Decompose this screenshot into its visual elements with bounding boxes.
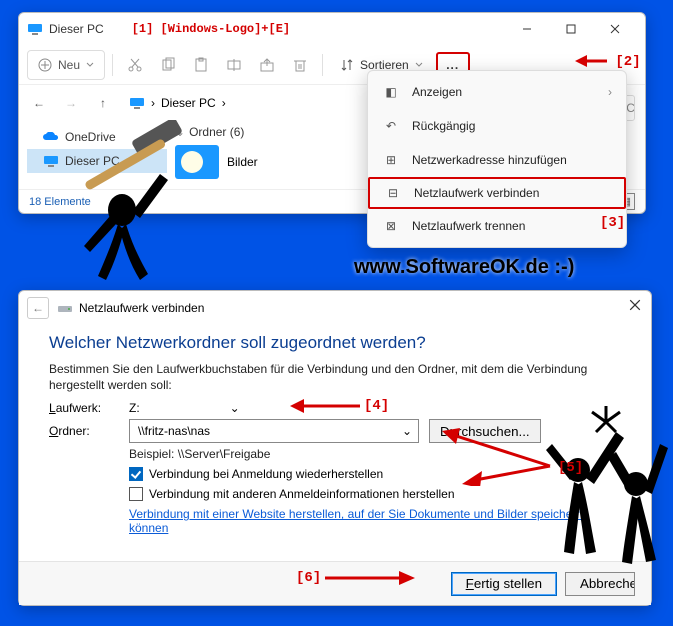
menu-item-map-network-drive[interactable]: ⊟ Netzlaufwerk verbinden bbox=[368, 177, 626, 209]
drive-select[interactable]: Z: ⌄ bbox=[129, 401, 240, 415]
menu-item-undo[interactable]: ↶ Rückgängig bbox=[368, 109, 626, 143]
folder-input[interactable] bbox=[136, 423, 402, 439]
copy-icon[interactable] bbox=[153, 50, 183, 80]
folder-input-wrapper: ⌄ bbox=[129, 419, 419, 443]
chevron-down-icon: ⌄ bbox=[230, 401, 240, 415]
disconnect-drive-icon: ⊠ bbox=[382, 219, 400, 233]
silhouette-highfive bbox=[540, 400, 670, 620]
network-address-icon: ⊞ bbox=[382, 153, 400, 167]
chevron-right-icon: › bbox=[151, 96, 155, 110]
paste-icon[interactable] bbox=[186, 50, 216, 80]
menu-item-anzeigen[interactable]: ◧ Anzeigen › bbox=[368, 75, 626, 109]
folder-label: Ordner: bbox=[49, 424, 129, 438]
new-label: Neu bbox=[58, 58, 80, 72]
checkbox-checked-icon[interactable] bbox=[129, 467, 143, 481]
address-bar[interactable]: › Dieser PC › bbox=[121, 90, 234, 116]
annotation-1: [1] [Windows-Logo]+[E] bbox=[132, 22, 290, 36]
watermark-url: www.SoftwareOK.de :-) bbox=[354, 256, 574, 279]
back-button[interactable]: ← bbox=[25, 89, 53, 117]
more-options-menu: ◧ Anzeigen › ↶ Rückgängig ⊞ Netzwerkadre… bbox=[367, 70, 627, 248]
dialog-close-button[interactable] bbox=[629, 299, 641, 314]
menu-item-disconnect-network-drive[interactable]: ⊠ Netzlaufwerk trennen bbox=[368, 209, 626, 243]
drive-icon bbox=[57, 300, 73, 316]
dialog-description: Bestimmen Sie den Laufwerkbuchstaben für… bbox=[49, 361, 621, 393]
display-icon: ◧ bbox=[382, 85, 400, 99]
titlebar: Dieser PC [1] [Windows-Logo]+[E] bbox=[19, 13, 645, 45]
dialog-back-button[interactable]: ← bbox=[27, 297, 49, 319]
minimize-button[interactable] bbox=[505, 15, 549, 43]
divider bbox=[112, 54, 113, 76]
window-title: Dieser PC bbox=[49, 22, 104, 36]
checkbox-icon[interactable] bbox=[129, 487, 143, 501]
dialog-titlebar: ← Netzlaufwerk verbinden bbox=[19, 291, 651, 325]
close-button[interactable] bbox=[593, 15, 637, 43]
divider bbox=[322, 54, 323, 76]
browse-button[interactable]: Durchsuchen... bbox=[429, 419, 541, 443]
cut-icon[interactable] bbox=[120, 50, 150, 80]
map-drive-icon: ⊟ bbox=[384, 186, 402, 200]
undo-icon: ↶ bbox=[382, 119, 400, 133]
rename-icon[interactable] bbox=[219, 50, 249, 80]
breadcrumb[interactable]: Dieser PC bbox=[161, 96, 216, 110]
chevron-down-icon[interactable]: ⌄ bbox=[402, 424, 412, 438]
dialog-heading: Welcher Netzwerkordner soll zugeordnet w… bbox=[49, 333, 621, 353]
chevron-right-icon: › bbox=[608, 85, 612, 99]
maximize-button[interactable] bbox=[549, 15, 593, 43]
up-button[interactable]: ↑ bbox=[89, 89, 117, 117]
thispc-icon bbox=[27, 21, 43, 37]
silhouette-hammer bbox=[60, 120, 190, 290]
new-button[interactable]: Neu bbox=[27, 50, 105, 80]
dialog-title: Netzlaufwerk verbinden bbox=[79, 301, 204, 315]
share-icon[interactable] bbox=[252, 50, 282, 80]
forward-button[interactable]: → bbox=[57, 89, 85, 117]
delete-icon[interactable] bbox=[285, 50, 315, 80]
menu-item-add-network-address[interactable]: ⊞ Netzwerkadresse hinzufügen bbox=[368, 143, 626, 177]
drive-label: Laufwerk: bbox=[49, 401, 129, 415]
chevron-right-icon: › bbox=[222, 96, 226, 110]
